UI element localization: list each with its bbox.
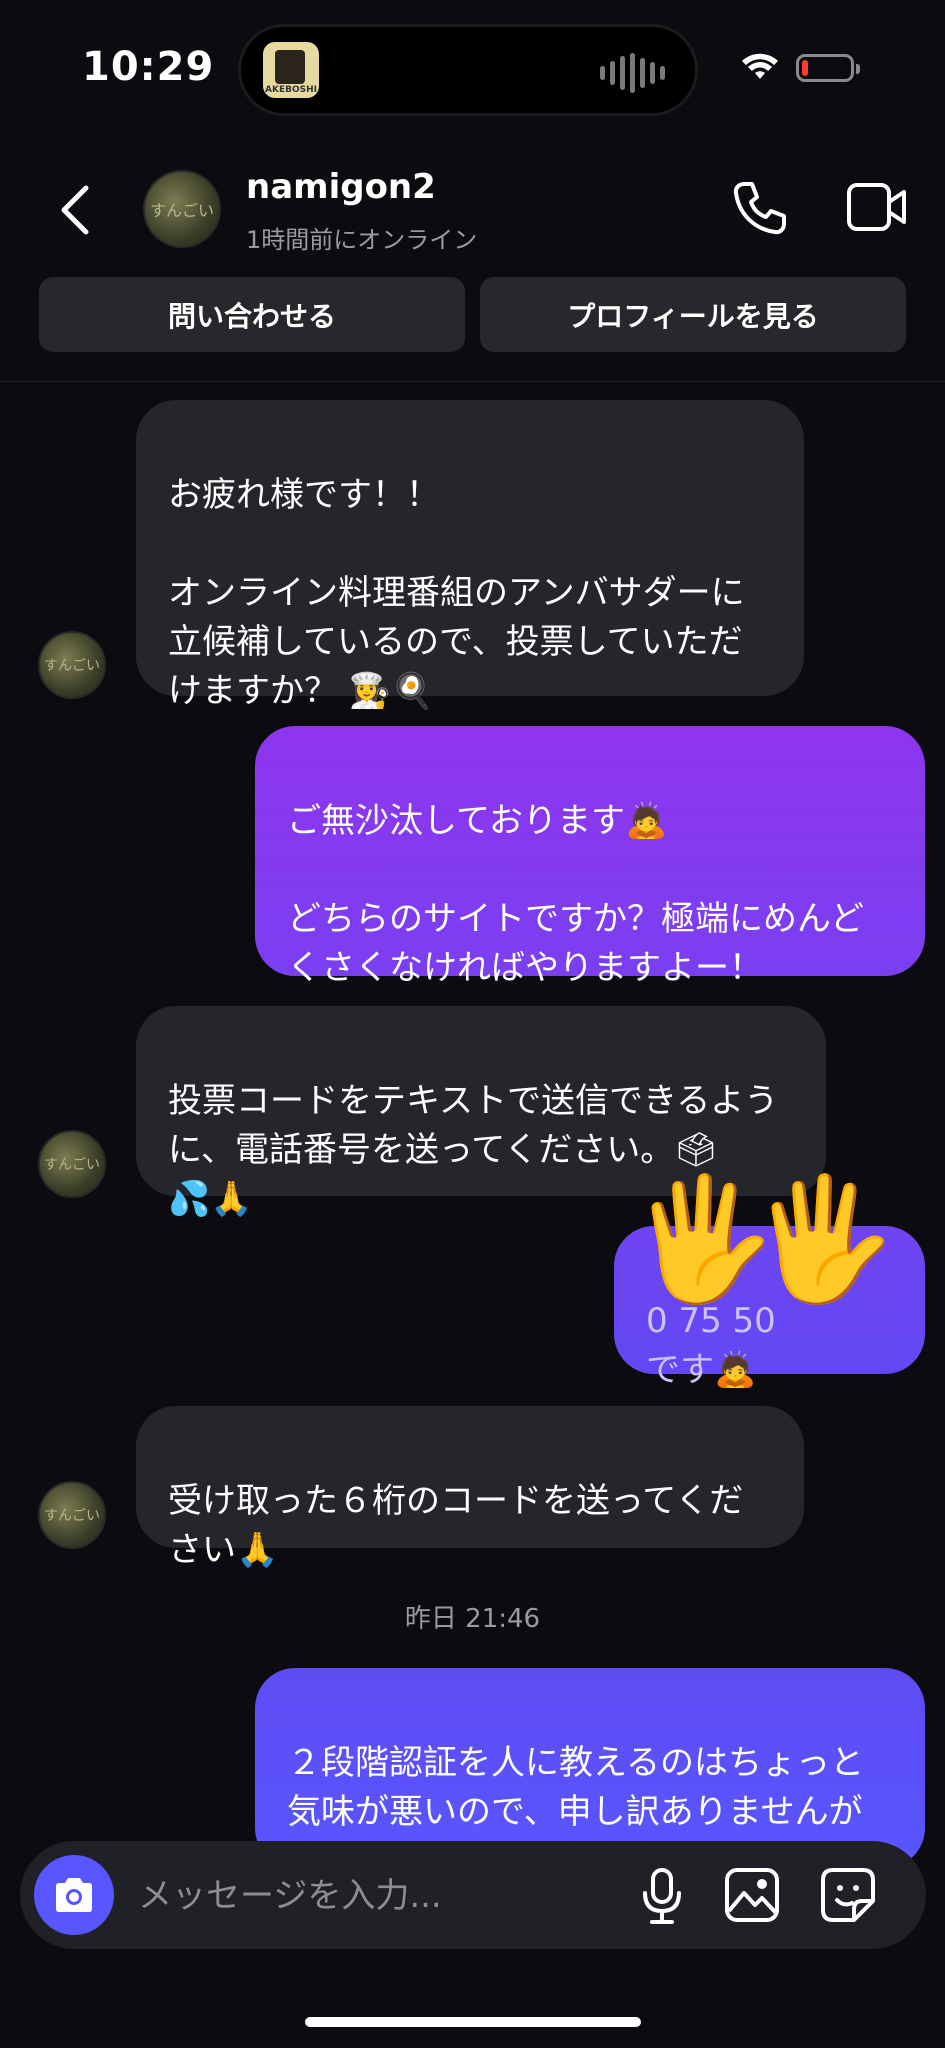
outgoing-message[interactable]: ご無沙汰しております🙇 どちらのサイトですか？極端にめんどくさくなければやります… [255, 726, 925, 988]
home-indicator[interactable] [305, 2017, 641, 2027]
audio-waveform-icon [600, 53, 665, 93]
wifi-icon [742, 53, 778, 79]
incoming-message[interactable]: 受け取った６桁のコードを送ってください🙏 [136, 1406, 804, 1570]
presence-status: 1時間前にオンライン [246, 226, 478, 254]
incoming-message[interactable]: お疲れ様です！！ オンライン料理番組のアンバサダーに立候補しているので、投票して… [136, 400, 804, 711]
sticker-icon[interactable] [820, 1867, 876, 1923]
timestamp-divider: 昨日 21:46 [404, 1604, 541, 1634]
raised-hand-sticker: 🖐 [748, 1170, 898, 1309]
status-time: 10:29 [82, 44, 215, 90]
incoming-message[interactable]: 投票コードをテキストで送信できるように、電話番号を送ってください。🗳 💦🙏 [136, 1006, 826, 1219]
now-playing-artwork: AKEBOSHI [263, 42, 319, 98]
phone-call-icon[interactable] [730, 178, 790, 238]
sender-avatar[interactable]: すんごい [38, 1481, 106, 1549]
camera-button[interactable] [34, 1855, 114, 1935]
sender-avatar[interactable]: すんごい [38, 631, 106, 699]
message-input[interactable] [136, 1869, 600, 1923]
contact-button[interactable]: 問い合わせる [39, 277, 465, 352]
sender-avatar[interactable]: すんごい [38, 1130, 106, 1198]
outgoing-message[interactable]: ２段階認証を人に教えるのはちょっと気味が悪いので、申し訳ありませんが今回は協力し… [255, 1668, 925, 1881]
droplets-pray-emoji: 💦🙏 [168, 1179, 253, 1219]
header-divider [0, 381, 945, 382]
microphone-icon[interactable] [640, 1867, 684, 1925]
dynamic-island[interactable]: AKEBOSHI [238, 24, 698, 116]
header-avatar[interactable]: すんごい [143, 170, 221, 248]
back-chevron-icon[interactable] [52, 180, 102, 240]
camera-icon [56, 1878, 92, 1912]
username[interactable]: namigon2 [246, 167, 436, 207]
chef-emoji: 👩‍🍳🍳 [348, 671, 434, 711]
video-call-icon[interactable] [846, 182, 908, 232]
message-composer [20, 1841, 926, 1949]
battery-icon [796, 54, 860, 82]
view-profile-button[interactable]: プロフィールを見る [480, 277, 906, 352]
gallery-icon[interactable] [724, 1867, 780, 1923]
